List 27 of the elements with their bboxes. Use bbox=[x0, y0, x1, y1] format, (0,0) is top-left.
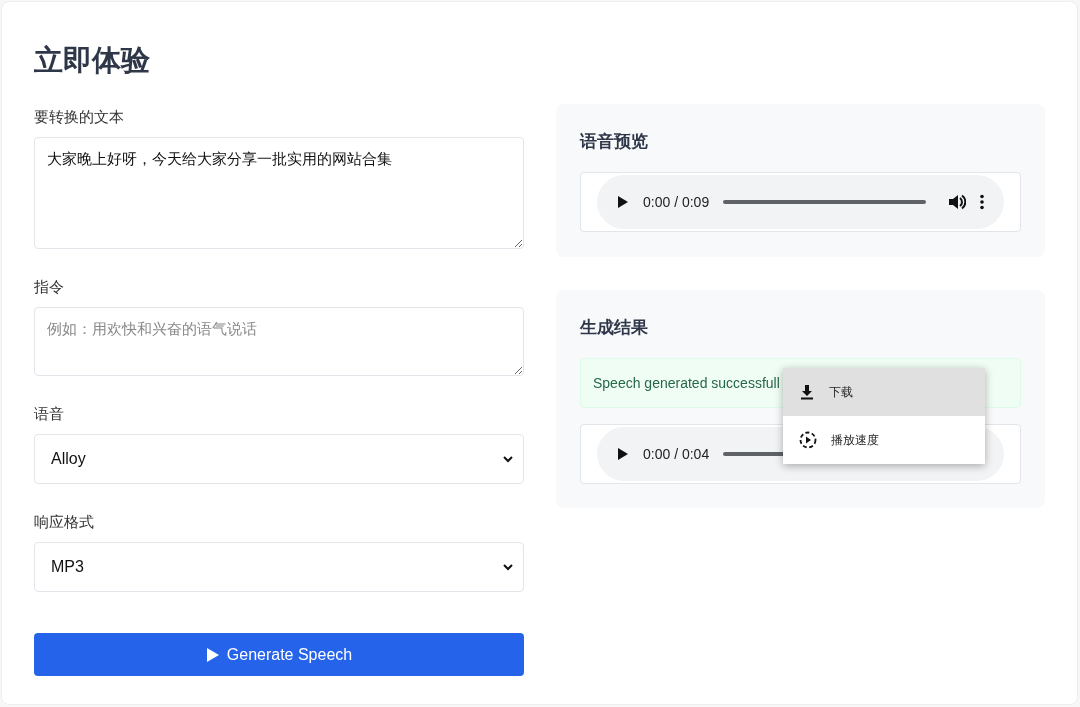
select-field[interactable]: Alloy bbox=[34, 434, 524, 484]
panel-title: 生成结果 bbox=[580, 317, 649, 339]
play-icon[interactable] bbox=[617, 195, 629, 209]
chevron-icon bbox=[503, 455, 513, 463]
download-icon bbox=[799, 384, 815, 400]
audio-player[interactable]: 0:00 / 0:09 bbox=[597, 175, 1004, 229]
volume-icon[interactable] bbox=[948, 194, 966, 210]
field-label: 响应格式 bbox=[34, 513, 95, 531]
panel-title: 语音预览 bbox=[580, 131, 649, 153]
play-icon[interactable] bbox=[617, 447, 629, 461]
generate-button[interactable]: Generate Speech bbox=[34, 633, 524, 676]
field-label: 指令 bbox=[34, 278, 65, 296]
more-icon[interactable] bbox=[980, 194, 984, 210]
select-field[interactable]: MP3 bbox=[34, 542, 524, 592]
menu-item[interactable]: 播放速度 bbox=[783, 416, 985, 464]
success-message: Speech generated successfull bbox=[593, 375, 780, 391]
menu-item[interactable]: 下载 bbox=[783, 368, 985, 416]
chevron-icon bbox=[503, 563, 513, 571]
text-area[interactable]: 例如：用欢快和兴奋的语气说话 bbox=[34, 307, 524, 376]
time-readout: 0:00 / 0:04 bbox=[643, 446, 710, 462]
playback-speed-icon bbox=[799, 431, 817, 449]
text-area[interactable]: 大家晚上好呀，今天给大家分享一批实用的网站合集 bbox=[34, 137, 524, 249]
page-title: 立即体验 bbox=[34, 43, 151, 78]
field-label: 语音 bbox=[34, 405, 65, 423]
time-readout: 0:00 / 0:09 bbox=[643, 194, 710, 210]
play-icon bbox=[205, 646, 220, 663]
field-label: 要转换的文本 bbox=[34, 108, 125, 126]
